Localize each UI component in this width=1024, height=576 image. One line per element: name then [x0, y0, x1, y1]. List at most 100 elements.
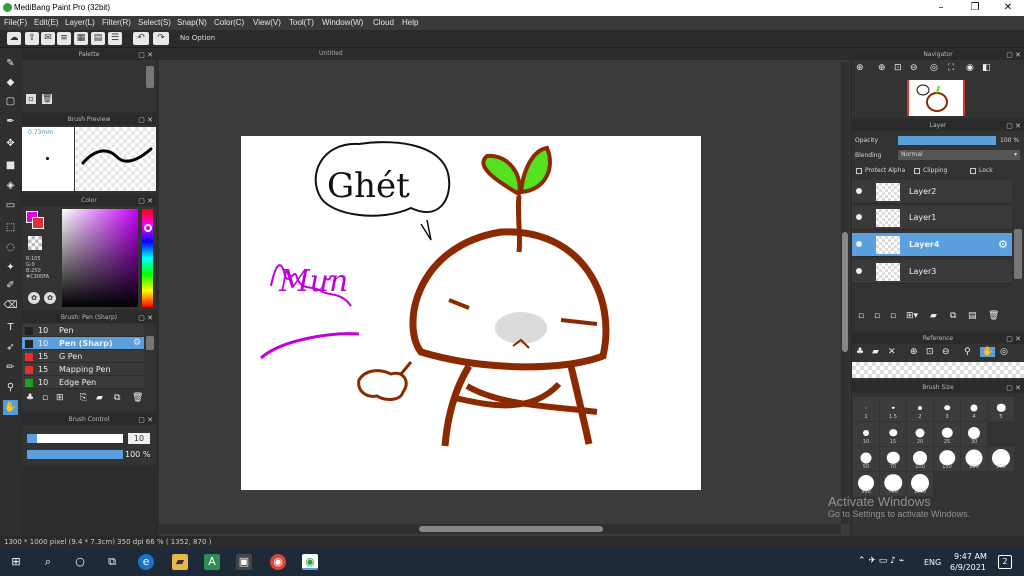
chrome-icon[interactable]: ◉ [270, 554, 286, 570]
menu-cloud[interactable]: Cloud [373, 18, 394, 27]
list-icon[interactable]: ≡ [57, 32, 71, 45]
protect-alpha-checkbox[interactable] [856, 168, 862, 174]
eyedropper-tool-icon[interactable]: ⚲ [3, 380, 18, 395]
menu-layer[interactable]: Layer(L) [65, 18, 95, 27]
brush-size-cell[interactable]: 50 [853, 447, 879, 471]
ref-hand-icon[interactable]: ✋ [980, 347, 996, 357]
canvas-tab[interactable]: Untitled [159, 48, 850, 60]
pen-tool-icon[interactable]: ✒ [3, 114, 18, 129]
clipping-checkbox[interactable] [914, 168, 920, 174]
eye-icon[interactable] [856, 214, 862, 220]
search-icon[interactable]: ⌕ [40, 554, 56, 570]
windows-start-icon[interactable]: ⊞ [8, 554, 24, 570]
flip-icon[interactable]: ◧ [982, 63, 991, 73]
brush-group-icon[interactable]: ♣ [26, 393, 34, 403]
layer-scrollbar[interactable] [1014, 229, 1022, 279]
clock-time[interactable]: 9:47 AM [954, 552, 987, 561]
panel-controls-icon[interactable]: ▢ ✕ [138, 415, 153, 425]
brush-size-cell[interactable]: 200 [961, 447, 987, 471]
brush-size-cell[interactable]: 70 [880, 447, 906, 471]
color-wheel-icon[interactable]: ✿ [28, 292, 40, 304]
add-layer-menu-icon[interactable]: ⊞▾ [906, 311, 918, 321]
brush-size-cell[interactable]: 100 [907, 447, 933, 471]
medibang-taskbar-icon[interactable]: ◉ [302, 554, 318, 570]
panel-controls-icon[interactable]: ▢ ✕ [138, 115, 153, 125]
frame-icon[interactable]: ▤ [91, 32, 105, 45]
color-picker-icon[interactable]: ✿ [44, 292, 56, 304]
store-icon[interactable]: ▣ [236, 554, 252, 570]
copy-brush-icon[interactable]: ⎘ [80, 393, 87, 403]
navigator-thumbnail[interactable] [907, 80, 965, 116]
ref-rotate-icon[interactable]: ◎ [1000, 347, 1008, 357]
brush-size-cell[interactable]: 10 [853, 422, 879, 446]
rect-tool-icon[interactable]: ▢ [3, 94, 18, 109]
new-8bit-layer-icon[interactable]: ▫ [890, 311, 896, 321]
clock-date[interactable]: 6/9/2021 [950, 563, 986, 572]
layer-row[interactable]: Layer1 [852, 206, 1012, 230]
cortana-icon[interactable]: ○ [72, 554, 88, 570]
reference-canvas[interactable] [852, 362, 1024, 378]
brush-size-cell[interactable]: 500 [853, 472, 879, 496]
grid-icon[interactable]: ▦ [74, 32, 88, 45]
eraser-tool-icon[interactable]: ◆ [3, 75, 18, 90]
layer-row-selected[interactable]: Layer4 ⚙ [852, 233, 1012, 257]
tray-icons[interactable]: ⌃ ✈ ▭ ♪ ⌁ [858, 556, 904, 566]
brush-item[interactable]: 10 Edge Pen [22, 376, 144, 389]
edge-icon[interactable]: e [138, 554, 154, 570]
new-layer-icon[interactable]: ▫ [858, 311, 864, 321]
brush-size-cell[interactable]: 1 [853, 397, 879, 421]
new-halftone-layer-icon[interactable]: ▫ [874, 311, 880, 321]
brush-item[interactable]: 10 Pen [22, 324, 144, 337]
gradient-tool-icon[interactable]: ▭ [3, 198, 18, 213]
brush-size-cell[interactable]: 15 [880, 422, 906, 446]
menu-filter[interactable]: Filter(R) [102, 18, 131, 27]
fit-icon[interactable]: ⊡ [894, 63, 902, 73]
brush-size-cell[interactable]: 1000 [907, 472, 933, 496]
task-view-icon[interactable]: ⧉ [104, 554, 120, 570]
fullscreen-icon[interactable]: ⛶ [948, 63, 954, 73]
ref-eyedropper-icon[interactable]: ⚲ [964, 347, 971, 357]
lasso-tool-icon[interactable]: ◌ [3, 240, 18, 255]
copy-layer-icon[interactable]: ⧉ [950, 311, 956, 321]
language-indicator[interactable]: ENG [924, 558, 941, 567]
magic-wand-icon[interactable]: ✦ [3, 260, 18, 275]
operation-tool-icon[interactable]: ➶ [3, 340, 18, 355]
panel-controls-icon[interactable]: ▢ ✕ [138, 196, 153, 206]
menu-file[interactable]: File(F) [4, 18, 27, 27]
horizontal-scrollbar-track[interactable] [159, 524, 841, 534]
app-a-icon[interactable]: A [204, 554, 220, 570]
menu-snap[interactable]: Snap(N) [177, 18, 207, 27]
merge-layer-icon[interactable]: ▤ [968, 311, 977, 321]
brush-size-cell[interactable]: 300 [988, 447, 1014, 471]
hand-tool-icon[interactable]: ✋ [3, 400, 18, 415]
divide-tool-icon[interactable]: ✏ [3, 360, 18, 375]
move-tool-icon[interactable]: ✥ [3, 136, 18, 151]
panel-controls-icon[interactable]: ▢ ✕ [1006, 50, 1021, 60]
file-explorer-icon[interactable]: ▰ [172, 554, 188, 570]
close-reference-icon[interactable]: ✕ [888, 347, 896, 357]
lock-checkbox[interactable] [970, 168, 976, 174]
fill-rect-icon[interactable]: ■ [3, 158, 18, 173]
redo-icon[interactable]: ↷ [153, 32, 169, 45]
hue-handle[interactable] [144, 224, 152, 232]
gear-icon[interactable]: ⚙ [998, 238, 1008, 251]
share-icon[interactable]: ⇪ [25, 32, 39, 45]
new-brush-icon[interactable]: ▫ [42, 393, 48, 403]
rotate-reset-icon[interactable]: ◉ [966, 63, 974, 73]
eye-icon[interactable] [856, 241, 862, 247]
brush-size-cell[interactable]: 5 [988, 397, 1014, 421]
delete-layer-icon[interactable]: 🗑 [988, 311, 999, 321]
palette-scrollbar[interactable] [146, 66, 154, 88]
ref-fit-icon[interactable]: ⊡ [926, 347, 934, 357]
brush-item[interactable]: 15 G Pen [22, 350, 144, 363]
select-eraser-icon[interactable]: ⌫ [3, 298, 18, 313]
menu-icon[interactable]: ☰ [108, 32, 122, 45]
maximize-button[interactable]: ❐ [960, 1, 990, 15]
brush-item-selected[interactable]: 10 Pen (Sharp) ⚙ [22, 337, 144, 350]
text-tool-icon[interactable]: T [3, 320, 18, 335]
menu-window[interactable]: Window(W) [322, 18, 363, 27]
cloud-icon[interactable]: ☁ [7, 32, 21, 45]
panel-controls-icon[interactable]: ▢ ✕ [1006, 334, 1021, 344]
layer-row[interactable]: Layer3 [852, 260, 1012, 284]
brush-size-cell[interactable]: 700 [880, 472, 906, 496]
